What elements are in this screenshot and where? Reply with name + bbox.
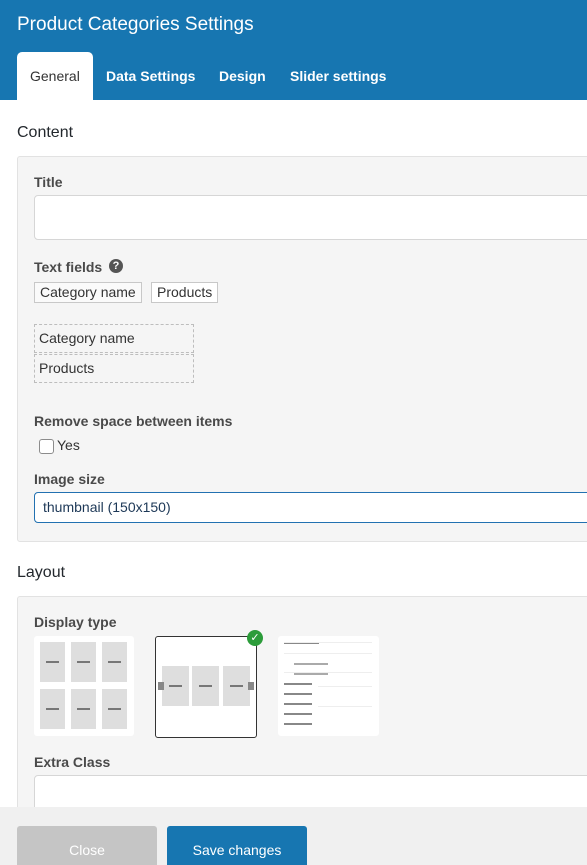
image-size-value: thumbnail (150x150) <box>43 499 171 515</box>
remove-space-option-label[interactable]: Yes <box>57 437 80 453</box>
text-field-chip-category-name[interactable]: Category name <box>34 282 142 303</box>
text-field-chip-products[interactable]: Products <box>151 282 219 303</box>
display-type-slider[interactable] <box>155 636 257 738</box>
sortable-field-products[interactable]: Products <box>34 354 194 383</box>
tab-slider-settings[interactable]: Slider settings <box>290 52 386 100</box>
modal-title: Product Categories Settings <box>17 14 254 35</box>
display-type-grid[interactable] <box>34 636 134 736</box>
modal-body: Content Title Text fields ? Category nam… <box>0 100 587 807</box>
content-section-heading: Content <box>17 124 74 141</box>
layout-section-heading: Layout <box>17 564 66 581</box>
slider-layout-icon <box>158 666 254 706</box>
display-type-label: Display type <box>34 614 117 630</box>
display-type-list[interactable] <box>278 636 379 736</box>
list-layout-icon <box>284 642 372 725</box>
tab-general[interactable]: General <box>17 52 93 100</box>
sortable-field-category-name[interactable]: Category name <box>34 324 194 353</box>
text-fields-label: Text fields <box>34 259 103 275</box>
tab-data-settings[interactable]: Data Settings <box>106 52 195 100</box>
title-label: Title <box>34 174 63 190</box>
close-button[interactable]: Close <box>17 826 157 865</box>
content-panel: Title Text fields ? Category name Produc… <box>17 156 587 542</box>
modal-header: Product Categories Settings General Data… <box>0 0 587 100</box>
save-changes-button[interactable]: Save changes <box>167 826 307 865</box>
remove-space-label: Remove space between items <box>34 413 233 429</box>
remove-space-checkbox[interactable] <box>39 439 54 454</box>
title-input[interactable] <box>34 195 587 240</box>
extra-class-input[interactable] <box>34 775 587 807</box>
tab-design[interactable]: Design <box>219 52 266 100</box>
layout-panel: Display type ✓ Extra Class <box>17 596 587 807</box>
help-icon[interactable]: ? <box>109 259 123 273</box>
extra-class-label: Extra Class <box>34 754 111 770</box>
grid-layout-icon <box>40 642 127 729</box>
image-size-select[interactable]: thumbnail (150x150) <box>34 492 587 523</box>
modal-footer: Close Save changes <box>0 807 587 865</box>
image-size-label: Image size <box>34 471 105 487</box>
selected-check-icon: ✓ <box>247 630 263 646</box>
